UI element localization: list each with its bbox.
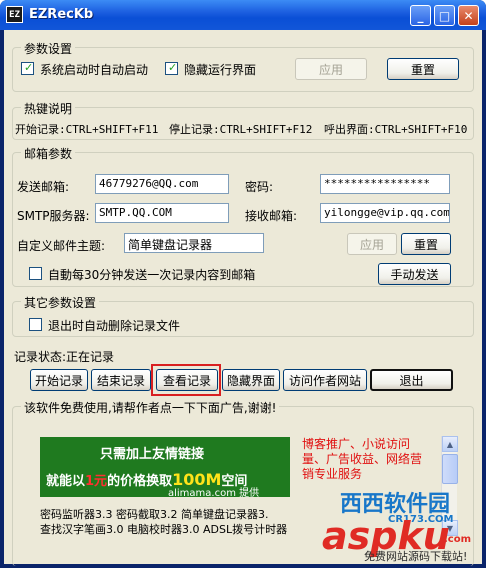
sender-label: 发送邮箱: (17, 180, 70, 194)
hide-ui-label: 隐藏运行界面 (184, 63, 257, 77)
ad-group-title: 该软件免费使用,请帮作者点一下下面广告,谢谢! (21, 399, 280, 416)
password-label: 密码: (245, 180, 274, 194)
auto-send-checkbox[interactable] (29, 267, 42, 280)
check-icon: ✓ (168, 61, 178, 74)
receiver-label: 接收邮箱: (245, 209, 298, 223)
hotkey-stop: 停止记录:CTRL+SHIFT+F12 (169, 123, 313, 136)
ad-right-text[interactable]: 博客推广、小说访问量、广告收益、网络营销专业服务 (302, 437, 422, 482)
ad-banner-line1: 只需加上友情链接 (100, 447, 205, 462)
mail-apply-button[interactable]: 应用 (347, 233, 397, 255)
start-record-button[interactable]: 开始记录 (30, 369, 88, 391)
params-group-title: 参数设置 (21, 40, 76, 57)
watermark-asp-sub: .com (444, 534, 472, 545)
other-group-title: 其它参数设置 (21, 294, 100, 311)
check-icon: ✓ (24, 61, 34, 74)
close-button[interactable]: ✕ (458, 5, 479, 26)
hotkeys-group-title: 热键说明 (21, 100, 76, 117)
params-reset-button[interactable]: 重置 (387, 58, 459, 80)
mail-group: 邮箱参数 发送邮箱: 46779276@QQ.com 密码: *********… (12, 145, 474, 287)
highlight-box (151, 364, 221, 396)
autostart-checkbox[interactable]: ✓ (21, 61, 34, 75)
ad-list-line1[interactable]: 密码监听器3.3 密码截取3.2 简单键盘记录器3. (40, 506, 268, 522)
minimize-button[interactable]: _ (410, 5, 431, 26)
ad-banner-text-a: 就能以 (46, 474, 86, 489)
watermark-sub-text: 免费网站源码下载站! (364, 550, 468, 563)
auto-delete-checkbox[interactable] (29, 318, 42, 331)
visit-author-button[interactable]: 访问作者网站 (283, 369, 367, 391)
autostart-label: 系统启动时自动启动 (40, 63, 149, 77)
smtp-input[interactable]: SMTP.QQ.COM (95, 203, 229, 223)
ad-banner-text-c: 的价格换取 (107, 474, 173, 489)
ad-list-line2[interactable]: 查找汉字笔画3.0 电脑校时器3.0 ADSL拨号计时器 (40, 521, 287, 537)
ad-banner[interactable]: 只需加上友情链接 就能以1元的价格换取100M空间 alimama.com 提供 (40, 437, 290, 499)
hotkey-show: 呼出界面:CTRL+SHIFT+F10 (324, 123, 468, 136)
app-window: EZ EZRecKb _ □ ✕ 参数设置 ✓ 系统启动时自动启动 ✓ 隐藏运行… (0, 0, 486, 568)
manual-send-button[interactable]: 手动发送 (378, 263, 451, 285)
other-group: 其它参数设置 退出时自动删除记录文件 (12, 294, 474, 337)
password-input[interactable]: **************** (320, 174, 450, 194)
exit-button[interactable]: 退出 (370, 369, 453, 391)
mail-group-title: 邮箱参数 (21, 145, 76, 162)
scroll-thumb[interactable] (442, 454, 458, 484)
maximize-button[interactable]: □ (434, 5, 455, 26)
receiver-input[interactable]: yilongge@vip.qq.com (320, 203, 450, 223)
sender-input[interactable]: 46779276@QQ.com (95, 174, 229, 194)
auto-delete-label: 退出时自动删除记录文件 (48, 319, 181, 333)
ad-banner-brand: alimama.com 提供 (168, 488, 260, 499)
record-status: 记录状态:正在记录 (14, 350, 115, 364)
client-area: 参数设置 ✓ 系统启动时自动启动 ✓ 隐藏运行界面 应用 重置 热键说明 开始记… (4, 30, 482, 566)
params-apply-button[interactable]: 应用 (295, 58, 367, 80)
stop-record-button[interactable]: 结束记录 (91, 369, 151, 391)
params-group: 参数设置 ✓ 系统启动时自动启动 ✓ 隐藏运行界面 应用 重置 (12, 40, 474, 92)
app-icon[interactable]: EZ (6, 6, 23, 23)
hide-ui-button[interactable]: 隐藏界面 (222, 369, 280, 391)
mail-reset-button[interactable]: 重置 (401, 233, 451, 255)
title-bar[interactable]: EZ EZRecKb _ □ ✕ (0, 0, 486, 30)
smtp-label: SMTP服务器: (17, 209, 90, 223)
subject-input[interactable]: 简单键盘记录器 (124, 233, 264, 253)
auto-send-label: 自動每30分钟发送一次记录内容到邮箱 (48, 268, 256, 282)
scroll-up-icon[interactable]: ▲ (442, 436, 458, 452)
hotkeys-group: 热键说明 开始记录:CTRL+SHIFT+F11 停止记录:CTRL+SHIFT… (12, 100, 474, 140)
hide-ui-checkbox[interactable]: ✓ (165, 61, 178, 75)
window-title: EZRecKb (29, 7, 94, 22)
ad-banner-price: 1元 (85, 474, 108, 489)
hotkey-start: 开始记录:CTRL+SHIFT+F11 (15, 123, 159, 136)
subject-label: 自定义邮件主题: (17, 239, 106, 253)
